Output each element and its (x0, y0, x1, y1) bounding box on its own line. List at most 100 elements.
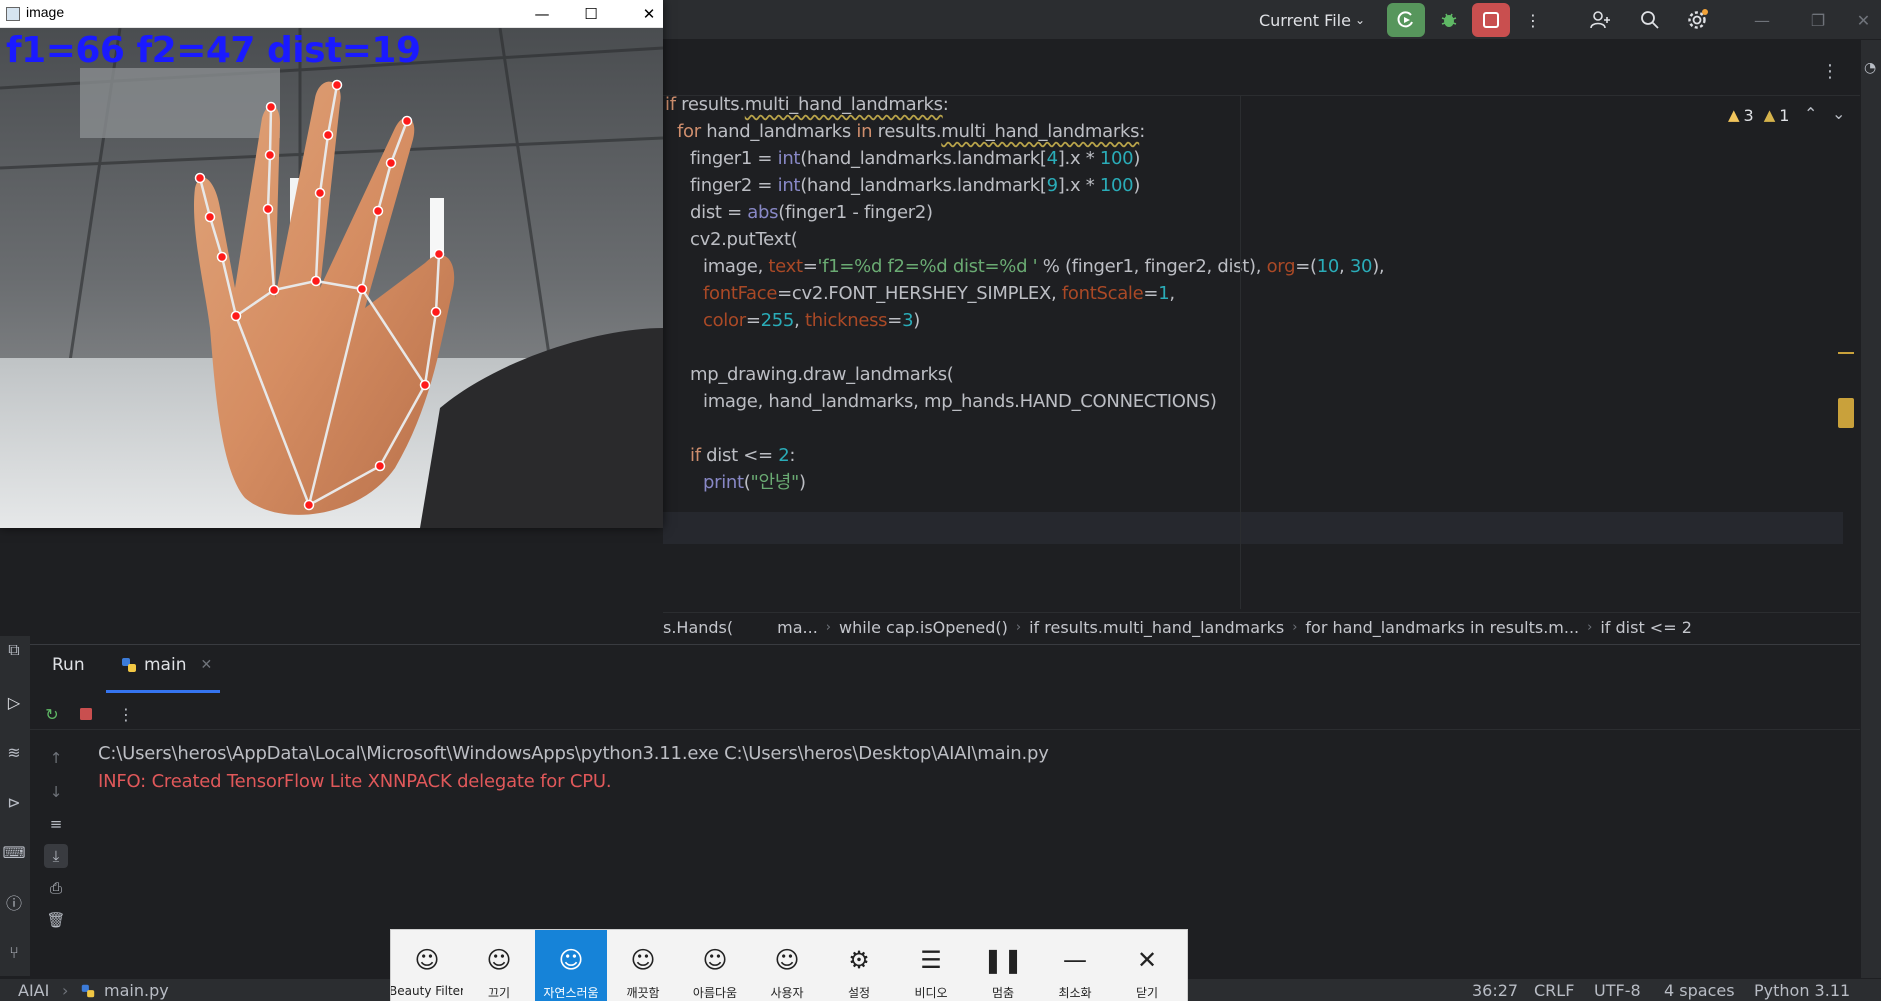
rerun-console-button[interactable]: ↻ (40, 702, 64, 726)
scroll-up-icon[interactable]: ↑ (44, 746, 68, 770)
fx-settings-button[interactable]: ⚙ 설정 (823, 930, 895, 1001)
active-tab-indicator (106, 690, 220, 693)
code-line[interactable]: cv2.putText( (690, 225, 798, 255)
stop-console-button[interactable] (74, 702, 98, 726)
run-tab-main[interactable]: main ✕ (120, 655, 212, 675)
status-indent[interactable]: 4 spaces (1664, 979, 1735, 1001)
close-icon: ✕ (1856, 10, 1871, 30)
close-tab-icon[interactable]: ✕ (200, 657, 212, 673)
breadcrumb-prefix[interactable]: s.Hands( (655, 618, 741, 637)
code-token: 9 (1046, 175, 1058, 196)
services-icon[interactable]: ⊳ (0, 788, 28, 816)
run-tool-window-icon[interactable]: ▷ (0, 688, 28, 716)
status-encoding[interactable]: UTF-8 (1594, 979, 1641, 1001)
code-token: abs (747, 202, 779, 223)
code-token: ) (913, 310, 920, 331)
breadcrumb-item[interactable]: for hand_landmarks in results.m... (1297, 618, 1587, 637)
code-line[interactable]: image, text='f1=%d f2=%d dist=%d ' % (fi… (703, 252, 1385, 282)
code-line[interactable]: for hand_landmarks in results.multi_hand… (677, 117, 1145, 147)
code-line[interactable]: color=255, thickness=3) (703, 306, 920, 336)
fx-close-button[interactable]: ✕ 닫기 (1111, 930, 1183, 1001)
ide-restore-button[interactable]: ❐ (1798, 0, 1838, 40)
code-line[interactable]: finger1 = int(hand_landmarks.landmark[4]… (690, 144, 1140, 174)
print-icon[interactable]: ⎙ (44, 876, 68, 900)
run-configuration-dropdown[interactable]: Current File ⌄ (1252, 0, 1372, 40)
code-line[interactable]: if dist <= 2: (690, 441, 795, 471)
fx-pause-button[interactable]: ❚❚ 멈춤 (967, 930, 1039, 1001)
code-line[interactable]: image, hand_landmarks, mp_hands.HAND_CON… (703, 387, 1217, 417)
inspection-widget[interactable]: ▲ 3 ▲ 1 (1728, 104, 1789, 126)
breadcrumb-item[interactable]: if results.multi_hand_landmarks (1021, 618, 1292, 637)
fx-clean-button[interactable]: ☺ 깨끗함 (607, 930, 679, 1001)
image-minimize-button[interactable]: — (519, 0, 565, 28)
code-token: dist = (690, 202, 748, 223)
code-editor[interactable]: if results.multi_hand_landmarks: for hand… (663, 96, 1860, 609)
debug-button[interactable] (1432, 0, 1466, 40)
status-project[interactable]: AIAI (18, 979, 49, 1001)
weak-warning-icon: ▲ (1763, 106, 1776, 124)
problems-icon[interactable]: ⓘ (0, 888, 28, 916)
search-everywhere-button[interactable] (1632, 0, 1668, 40)
scrollbar-thumb[interactable] (1838, 398, 1854, 428)
breadcrumb-item[interactable]: while cap.isOpened() (831, 618, 1016, 637)
fx-video-button[interactable]: ☰ 비디오 (895, 930, 967, 1001)
code-token: fontScale (1061, 283, 1144, 304)
stop-icon (1483, 12, 1499, 28)
scroll-to-end-icon[interactable]: ⤓ (44, 844, 68, 868)
code-line[interactable]: print("안녕") (703, 468, 806, 498)
code-token: dist <= (706, 445, 779, 466)
fx-natural-button[interactable]: ☺ 자연스러움 (535, 930, 607, 1001)
code-token: for (677, 121, 707, 142)
fx-beauty-filter-button[interactable]: ☺ Beauty Filter (391, 930, 463, 1001)
next-highlight-button[interactable]: ⌄ (1832, 104, 1845, 123)
stop-button[interactable] (1472, 3, 1510, 37)
code-line[interactable]: fontFace=cv2.FONT_HERSHEY_SIMPLEX, fontS… (703, 279, 1175, 309)
code-token: (hand_landmarks.landmark[ (800, 148, 1047, 169)
python-packages-icon[interactable]: ≋ (0, 738, 28, 766)
fx-label: Beauty Filter (391, 984, 463, 998)
breadcrumb-item[interactable]: ma... (769, 618, 826, 637)
code-token: 'f1=%d f2=%d dist=%d ' (817, 256, 1038, 277)
previous-highlight-button[interactable]: ⌃ (1804, 104, 1817, 123)
image-window-titlebar[interactable]: image ✕ ☐ — (0, 0, 663, 28)
breadcrumb: s.Hands( ma... › while cap.isOpened() › if r… (663, 612, 1860, 642)
image-close-button[interactable]: ✕ (626, 0, 672, 28)
ide-close-button[interactable]: ✕ (1846, 0, 1881, 40)
code-token: image, (703, 256, 769, 277)
status-file[interactable]: main.py (104, 979, 169, 1001)
rerun-icon (1397, 11, 1413, 28)
fx-off-button[interactable]: ☺ 끄기 (463, 930, 535, 1001)
notifications-bell-icon[interactable]: ◔ (1864, 60, 1878, 80)
search-icon (1641, 11, 1659, 29)
editor-tabs-more-button[interactable]: ⋮ (1818, 56, 1842, 86)
ide-minimize-button[interactable]: — (1742, 0, 1782, 40)
code-token: text (768, 256, 803, 277)
more-actions-button[interactable]: ⋮ (1518, 0, 1548, 40)
status-line-separator[interactable]: CRLF (1534, 979, 1574, 1001)
fx-minimize-button[interactable]: — 최소화 (1039, 930, 1111, 1001)
terminal-icon[interactable]: ⌨ (0, 838, 28, 866)
run-more-button[interactable]: ⋮ (114, 702, 138, 726)
chevron-up-icon: ⌃ (1804, 104, 1818, 123)
git-branch-icon[interactable]: ⑂ (0, 938, 28, 966)
status-interpreter[interactable]: Python 3.11 (1754, 979, 1850, 1001)
code-token: multi_hand_landmarks (744, 96, 943, 115)
code-line[interactable]: dist = abs(finger1 - finger2) (690, 198, 933, 228)
code-line[interactable]: finger2 = int(hand_landmarks.landmark[9]… (690, 171, 1140, 201)
rerun-button[interactable] (1387, 3, 1425, 37)
fx-custom-button[interactable]: ☺ 사용자 (751, 930, 823, 1001)
python-console-icon[interactable]: ⧉ (0, 636, 28, 664)
fx-beautiful-button[interactable]: ☺ 아름다움 (679, 930, 751, 1001)
ide-settings-button[interactable] (1680, 0, 1716, 40)
code-line[interactable]: mp_drawing.draw_landmarks( (690, 360, 954, 390)
clear-all-icon[interactable]: 🗑 (44, 908, 68, 932)
scroll-down-icon[interactable]: ↓ (44, 780, 68, 804)
code-with-me-button[interactable] (1582, 0, 1618, 40)
breadcrumb-item[interactable]: if dist <= 2 (1592, 618, 1700, 637)
status-caret-position[interactable]: 36:27 (1472, 979, 1518, 1001)
opencv-image-window[interactable]: image ✕ ☐ — f1=66 f2=47 dist=19 (0, 0, 663, 528)
code-token: 4 (1046, 148, 1058, 169)
image-maximize-button[interactable]: ☐ (568, 0, 614, 28)
soft-wrap-icon[interactable]: ≡ (44, 812, 68, 836)
scrollbar-warning-marker[interactable] (1838, 352, 1854, 354)
